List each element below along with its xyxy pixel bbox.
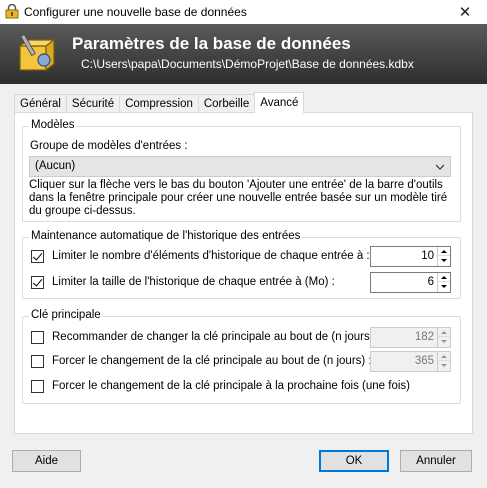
recommend-change-checkbox[interactable]	[31, 331, 44, 344]
template-group-label: Groupe de modèles d'entrées :	[30, 140, 188, 152]
force-change-label: Forcer le changement de la clé principal…	[52, 355, 372, 367]
spin-down-button[interactable]	[438, 282, 450, 291]
recommend-change-label: Recommander de changer la clé principale…	[52, 331, 380, 343]
banner-title: Paramètres de la base de données	[72, 34, 351, 53]
spinner-buttons	[437, 273, 450, 292]
master-key-group-title: Clé principale	[29, 309, 103, 321]
history-group-title: Maintenance automatique de l'historique …	[29, 230, 303, 242]
tab-general[interactable]: Général	[14, 94, 67, 113]
spin-up-button[interactable]	[438, 247, 450, 256]
tab-strip: Général Sécurité Compression Corbeille A…	[14, 92, 305, 113]
cancel-button[interactable]: Annuler	[400, 450, 472, 472]
keepass-lock-icon	[5, 4, 19, 19]
tab-recycle-bin[interactable]: Corbeille	[197, 94, 256, 113]
window-title: Configurer une nouvelle base de données	[24, 5, 247, 19]
ok-button[interactable]: OK	[319, 450, 389, 472]
force-change-checkbox[interactable]	[31, 355, 44, 368]
database-settings-icon	[18, 33, 56, 72]
close-button[interactable]: ✕	[443, 0, 487, 24]
spin-up-button[interactable]	[438, 328, 450, 337]
chevron-down-icon	[436, 164, 444, 170]
template-group-value: (Aucun)	[35, 160, 76, 172]
spin-down-button[interactable]	[438, 256, 450, 265]
history-size-value: 6	[427, 276, 434, 288]
recommend-days-spinner[interactable]: 182	[370, 327, 451, 348]
force-days-spinner[interactable]: 365	[370, 351, 451, 372]
spinner-buttons	[437, 352, 450, 371]
limit-history-count-checkbox[interactable]	[31, 250, 44, 263]
spin-up-button[interactable]	[438, 273, 450, 282]
history-size-spinner[interactable]: 6	[370, 272, 451, 293]
history-count-value: 10	[421, 250, 434, 262]
help-button[interactable]: Aide	[12, 450, 81, 472]
template-description: Cliquer sur la flèche vers le bas du bou…	[29, 179, 448, 217]
database-path: C:\Users\papa\Documents\DémoProjet\Base …	[81, 57, 414, 71]
spinner-buttons	[437, 247, 450, 266]
history-count-spinner[interactable]: 10	[370, 246, 451, 267]
limit-history-size-label: Limiter la taille de l'historique de cha…	[52, 276, 335, 288]
force-change-once-checkbox[interactable]	[31, 380, 44, 393]
recommend-days-value: 182	[414, 331, 434, 343]
templates-group-title: Modèles	[29, 119, 77, 131]
spin-up-button[interactable]	[438, 352, 450, 361]
header-banner: Paramètres de la base de données C:\User…	[0, 24, 487, 84]
spin-down-button[interactable]	[438, 337, 450, 346]
tab-compression[interactable]: Compression	[119, 94, 199, 113]
force-change-once-label: Forcer le changement de la clé principal…	[52, 380, 410, 392]
force-days-value: 365	[414, 355, 434, 367]
tab-security[interactable]: Sécurité	[65, 94, 121, 113]
limit-history-count-label: Limiter le nombre d'éléments d'historiqu…	[52, 250, 370, 262]
template-group-select[interactable]: (Aucun)	[29, 156, 451, 177]
title-bar: Configurer une nouvelle base de données …	[0, 0, 487, 24]
spinner-buttons	[437, 328, 450, 347]
tab-advanced[interactable]: Avancé	[254, 92, 305, 113]
limit-history-size-checkbox[interactable]	[31, 276, 44, 289]
spin-down-button[interactable]	[438, 361, 450, 370]
